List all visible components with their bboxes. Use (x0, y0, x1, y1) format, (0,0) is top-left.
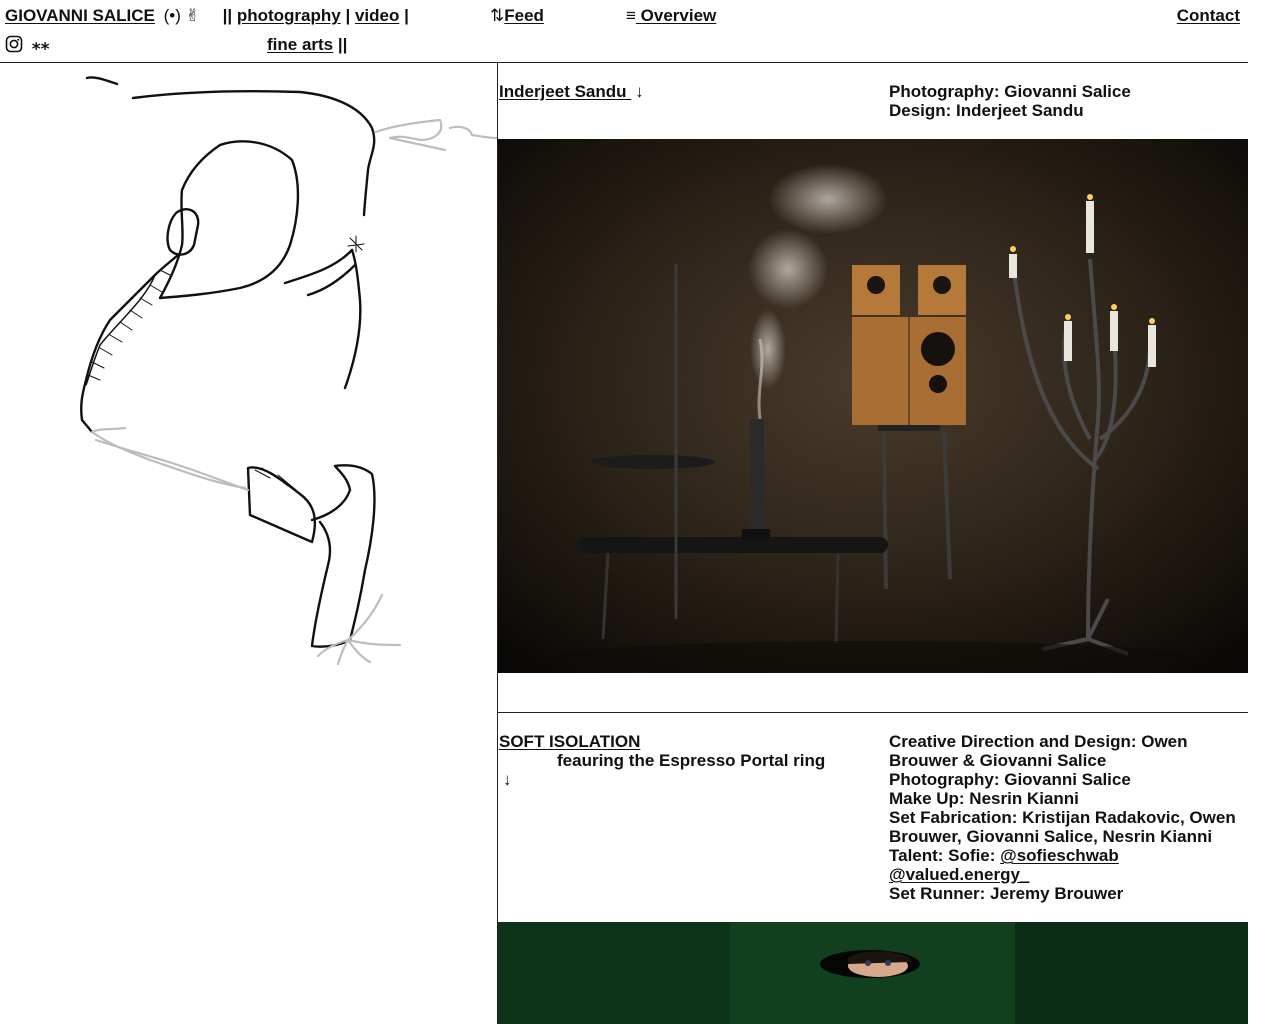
talent-link[interactable]: @sofieschwab (1000, 846, 1119, 865)
main-nav: GIOVANNI SALICE (•) ✌ || photography | v… (5, 5, 409, 27)
nav-separator: | (345, 6, 351, 25)
project-credits: Creative Direction and Design: Owen Brou… (889, 732, 1244, 903)
nav-video-link[interactable]: video (355, 6, 399, 25)
project-title[interactable]: Inderjeet Sandu ↓ (499, 82, 644, 101)
line-drawing-illustration (80, 76, 497, 666)
project-subtitle: feauring the Espresso Portal ring (557, 751, 826, 770)
brand-link[interactable]: GIOVANNI SALICE (5, 6, 155, 25)
nav-separator: | (404, 6, 409, 25)
credit-line: Make Up: Nesrin Kianni (889, 789, 1079, 808)
credit-line-talent: Talent: Sofie: @sofieschwab (889, 846, 1244, 865)
project-photo-speakers[interactable] (498, 139, 1248, 673)
credit-line: Design: Inderjeet Sandu (889, 101, 1084, 120)
talent-label: Talent: Sofie: (889, 846, 1001, 865)
brand-icons: (•) ✌ (163, 6, 200, 25)
social-row: ⁎⁎ (5, 34, 50, 59)
nav-close-bracket: || (337, 35, 348, 54)
contact-link[interactable]: Contact (1177, 5, 1240, 27)
nav-open-bracket: || (222, 6, 233, 25)
photo-illustration (498, 922, 1248, 1024)
overview-nav[interactable]: ≡ Overview (626, 5, 716, 27)
project-divider (498, 712, 1248, 713)
credit-line: Creative Direction and Design: Owen Brou… (889, 732, 1188, 770)
project-title-link[interactable]: Inderjeet Sandu (499, 82, 631, 101)
nav-fine-arts-link[interactable]: fine arts (267, 35, 333, 54)
talent-link[interactable]: @valued.energy_ (889, 865, 1029, 884)
instagram-icon[interactable] (5, 35, 23, 59)
project-credits: Photography: Giovanni Salice Design: Ind… (889, 82, 1244, 120)
arrow-down-icon[interactable]: ↓ (499, 770, 839, 789)
credit-line: Photography: Giovanni Salice (889, 770, 1131, 789)
photo-illustration (498, 139, 1248, 673)
site-header: GIOVANNI SALICE (•) ✌ || photography | v… (0, 0, 1248, 63)
project-photo-green-room[interactable] (498, 922, 1248, 1024)
project-feed: Inderjeet Sandu ↓ Photography: Giovanni … (498, 63, 1248, 1024)
feed-nav[interactable]: ⇅Feed (490, 5, 544, 27)
overview-link[interactable]: Overview (636, 6, 717, 25)
nav-photography-link[interactable]: photography (237, 6, 341, 25)
menu-icon: ≡ (626, 6, 636, 25)
project-title-link[interactable]: SOFT ISOLATION (499, 732, 640, 751)
feed-link[interactable]: Feed (504, 6, 544, 25)
credit-line: Photography: Giovanni Salice (889, 82, 1131, 101)
credit-line-talent-2: @valued.energy_ (889, 865, 1244, 884)
credit-line: Set Runner: Jeremy Brouwer (889, 884, 1124, 903)
arrow-down-icon[interactable]: ↓ (635, 82, 644, 101)
project-title[interactable]: SOFT ISOLATION feauring the Espresso Por… (499, 732, 839, 789)
stars-icon: ⁎⁎ (31, 35, 50, 54)
fine-arts-nav: fine arts || (267, 34, 347, 56)
credit-line: Set Fabrication: Kristijan Radakovic, Ow… (889, 808, 1236, 846)
sort-arrows-icon: ⇅ (490, 6, 505, 25)
project-header: SOFT ISOLATION feauring the Espresso Por… (498, 732, 1248, 912)
sketch-panel (0, 63, 498, 1024)
project-header: Inderjeet Sandu ↓ Photography: Giovanni … (498, 82, 1248, 122)
